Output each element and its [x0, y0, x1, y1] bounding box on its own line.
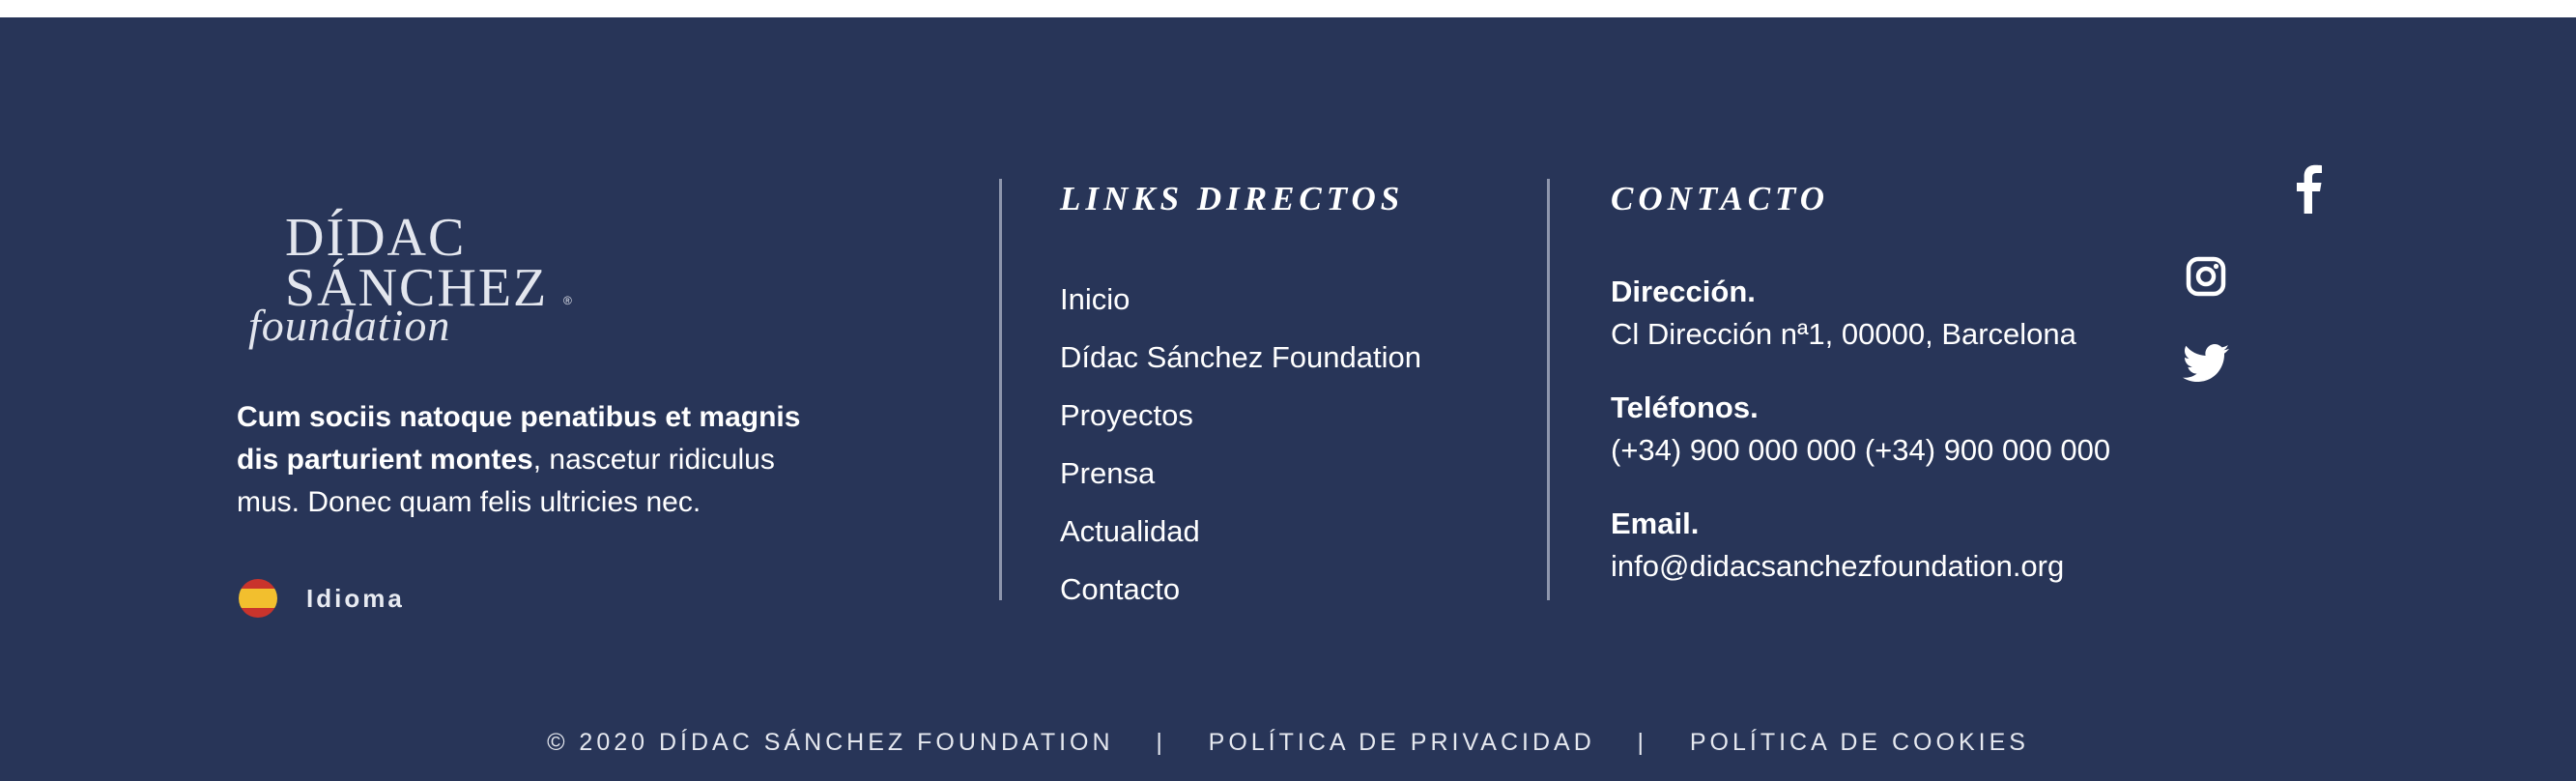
instagram-icon[interactable]	[2186, 256, 2226, 297]
footer-bottom-bar: © 2020 DÍDAC SÁNCHEZ FOUNDATION | POLÍTI…	[0, 729, 2576, 757]
spain-flag-icon	[239, 579, 277, 618]
link-inicio[interactable]: Inicio	[1060, 276, 1421, 334]
link-foundation[interactable]: Dídac Sánchez Foundation	[1060, 334, 1421, 392]
email-block: Email. info@didacsanchezfoundation.org	[1611, 503, 2152, 588]
language-label: Idioma	[306, 583, 405, 613]
contact-section-title: CONTACTO	[1611, 180, 1830, 217]
link-actualidad[interactable]: Actualidad	[1060, 508, 1421, 566]
twitter-icon[interactable]	[2183, 344, 2229, 383]
address-label: Dirección.	[1611, 275, 1756, 308]
column-divider	[999, 179, 1002, 600]
site-footer: DÍDAC SÁNCHEZ foundation ® Cum sociis na…	[0, 17, 2576, 781]
email-link[interactable]: info@didacsanchezfoundation.org	[1611, 545, 2152, 588]
logo-text-line3: foundation	[248, 301, 451, 350]
quick-links-list: Inicio Dídac Sánchez Foundation Proyecto…	[1060, 276, 1421, 624]
separator: |	[1156, 729, 1166, 756]
facebook-icon[interactable]	[2291, 163, 2324, 214]
email-label: Email.	[1611, 506, 1700, 540]
cookies-policy-link[interactable]: POLÍTICA DE COOKIES	[1690, 729, 2029, 756]
column-divider	[1547, 179, 1550, 600]
link-contacto[interactable]: Contacto	[1060, 566, 1421, 624]
language-selector[interactable]: Idioma	[239, 579, 405, 618]
separator	[1606, 729, 1638, 756]
logo-text-line1: DÍDAC	[285, 208, 467, 268]
privacy-policy-link[interactable]: POLÍTICA DE PRIVACIDAD	[1209, 729, 1595, 756]
phone-block: Teléfonos. (+34) 900 000 000 (+34) 900 0…	[1611, 387, 2152, 472]
separator	[1647, 729, 1679, 756]
address-value: Cl Dirección nª1, 00000, Barcelona	[1611, 317, 2076, 351]
footer-tagline: Cum sociis natoque penatibus et magnis d…	[237, 396, 807, 524]
registered-mark: ®	[563, 294, 572, 307]
separator	[1125, 729, 1157, 756]
phone-value[interactable]: (+34) 900 000 000 (+34) 900 000 000	[1611, 429, 2152, 472]
phone-label: Teléfonos.	[1611, 390, 1759, 424]
separator	[1166, 729, 1198, 756]
links-section-title: LINKS DIRECTOS	[1060, 180, 1405, 217]
foundation-logo[interactable]: DÍDAC SÁNCHEZ foundation ®	[246, 191, 594, 365]
separator: |	[1637, 729, 1648, 756]
link-prensa[interactable]: Prensa	[1060, 450, 1421, 508]
copyright-text: © 2020 DÍDAC SÁNCHEZ FOUNDATION	[547, 729, 1114, 756]
address-block: Dirección. Cl Dirección nª1, 00000, Barc…	[1611, 271, 2152, 356]
contact-info: Dirección. Cl Dirección nª1, 00000, Barc…	[1611, 271, 2152, 619]
link-proyectos[interactable]: Proyectos	[1060, 392, 1421, 450]
